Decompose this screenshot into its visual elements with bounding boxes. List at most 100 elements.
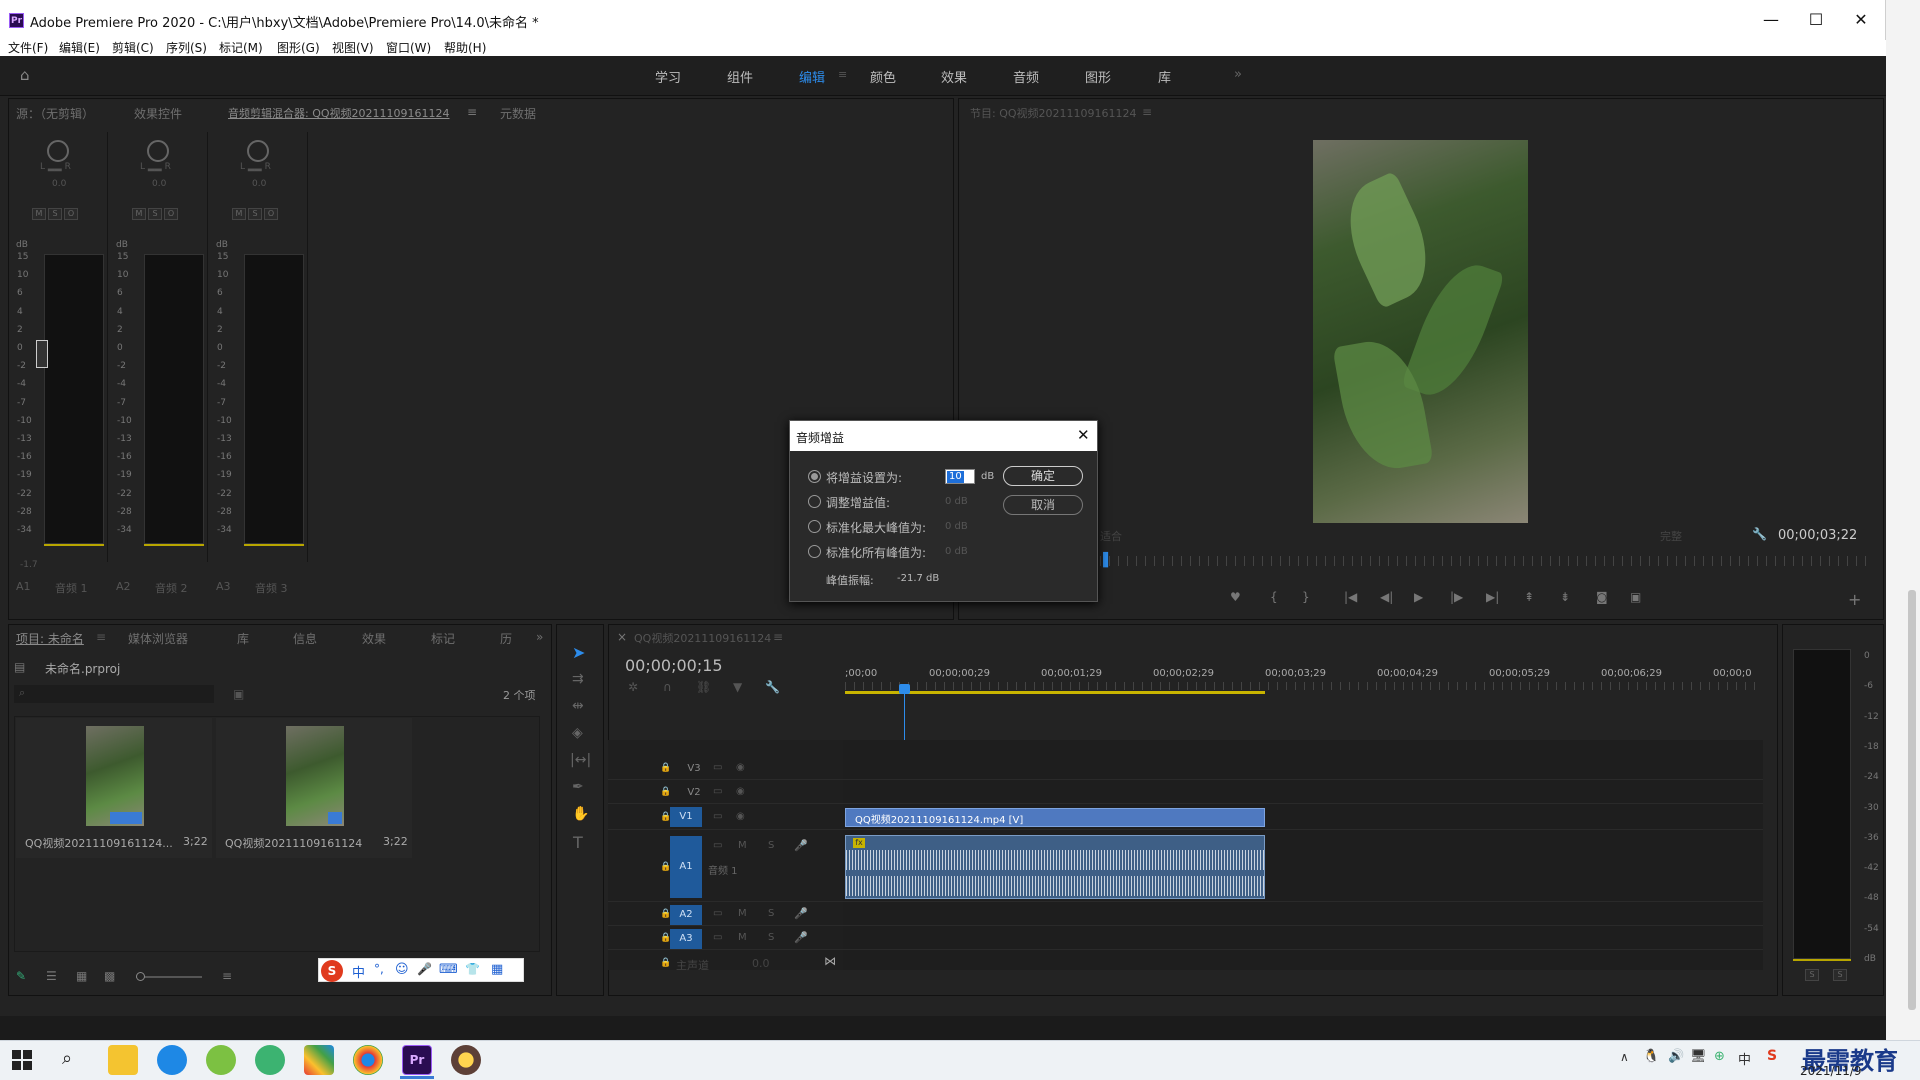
ime-toolbox-icon[interactable]: ▦	[491, 962, 503, 977]
hand-tool-icon[interactable]: ✋	[572, 806, 589, 822]
pan-knob-icon[interactable]	[247, 140, 269, 162]
mark-in-icon[interactable]: {	[1270, 590, 1278, 604]
minimize-button[interactable]: —	[1748, 8, 1794, 32]
workspace-color[interactable]: 颜色	[870, 67, 896, 86]
workspace-graphics[interactable]: 图形	[1085, 67, 1111, 86]
menu-view[interactable]: 视图(V)	[332, 40, 374, 56]
maximize-button[interactable]: ☐	[1793, 8, 1839, 32]
tab-effects[interactable]: 效果	[362, 630, 386, 647]
add-marker-icon[interactable]: ▼	[733, 680, 742, 694]
ime-voice-icon[interactable]: 🎤	[417, 962, 432, 976]
premiere-taskbar-icon[interactable]: Pr	[402, 1045, 432, 1075]
play-icon[interactable]: ▶	[1414, 590, 1423, 604]
project-search-input[interactable]: ⌕	[14, 685, 214, 703]
voice-over-icon[interactable]: 🎤	[794, 907, 808, 920]
pan-knob-icon[interactable]	[147, 140, 169, 162]
sync-lock-icon[interactable]: ▭	[713, 762, 722, 773]
app-plus-icon[interactable]	[255, 1045, 285, 1075]
solo-right-button[interactable]: S	[1833, 969, 1847, 981]
sync-lock-icon[interactable]: ▭	[713, 932, 722, 943]
snap-icon[interactable]: ∩	[663, 680, 672, 694]
eye-icon[interactable]: ◉	[736, 811, 745, 822]
app-green-icon[interactable]	[206, 1045, 236, 1075]
wrench-icon[interactable]: 🔧	[1752, 527, 1767, 541]
step-forward-icon[interactable]: |▶	[1450, 590, 1463, 604]
qq-tray-icon[interactable]: 🐧	[1643, 1049, 1659, 1064]
sync-lock-icon[interactable]: ▭	[713, 811, 722, 822]
menu-edit[interactable]: 编辑(E)	[59, 40, 100, 56]
tab-media-browser[interactable]: 媒体浏览器	[128, 630, 188, 647]
project-item[interactable]: QQ视频20211109161124 3;22	[216, 718, 412, 858]
step-back-icon[interactable]: ◀|	[1380, 590, 1393, 604]
ime-emoji-icon[interactable]: ☺	[395, 962, 409, 977]
sync-lock-icon[interactable]: ▭	[713, 908, 722, 919]
go-to-out-icon[interactable]: ▶|	[1486, 590, 1499, 604]
new-bin-icon[interactable]: ▣	[233, 687, 244, 701]
tab-info[interactable]: 信息	[293, 630, 317, 647]
adjust-gain-radio[interactable]	[808, 495, 821, 508]
lift-icon[interactable]: ⇞	[1524, 590, 1534, 604]
home-icon[interactable]: ⌂	[20, 68, 36, 83]
eye-icon[interactable]: ◉	[736, 762, 745, 773]
timeline-close-icon[interactable]: ×	[617, 630, 627, 644]
tray-date[interactable]: 2021/11/9	[1800, 1064, 1862, 1078]
playhead-handle[interactable]	[899, 684, 910, 694]
workspace-assembly[interactable]: 组件	[727, 67, 753, 86]
tab-effect-controls[interactable]: 效果控件	[134, 105, 182, 122]
workspace-menu-icon[interactable]: ≡	[838, 68, 847, 81]
solo-left-button[interactable]: S	[1805, 969, 1819, 981]
lock-icon[interactable]: 🔒	[660, 787, 671, 797]
extract-icon[interactable]: ⇟	[1560, 590, 1570, 604]
tray-expand-icon[interactable]: ∧	[1620, 1050, 1629, 1064]
sogou-tray-icon[interactable]: S	[1767, 1048, 1777, 1064]
slip-tool-icon[interactable]: |↔|	[570, 752, 591, 768]
track-label[interactable]: V3	[681, 763, 707, 774]
add-marker-icon[interactable]: ♥	[1230, 590, 1241, 604]
workspace-editing[interactable]: 编辑	[799, 67, 825, 86]
timeline-settings-icon[interactable]: 🔧	[765, 680, 780, 694]
menu-file[interactable]: 文件(F)	[8, 40, 48, 56]
ime-tray-icon[interactable]: 中	[1738, 1049, 1751, 1068]
track-label[interactable]: V1	[670, 807, 702, 827]
quality-dropdown[interactable]: 完整	[1660, 528, 1682, 544]
export-frame-icon[interactable]: ◙	[1596, 590, 1608, 604]
solo-track-button[interactable]: S	[768, 840, 774, 851]
eye-icon[interactable]: ◉	[736, 786, 745, 797]
scrollbar-thumb[interactable]	[1908, 590, 1916, 1010]
edge-browser-icon[interactable]	[157, 1045, 187, 1075]
sort-icon[interactable]: ≡	[222, 969, 232, 983]
chrome-icon[interactable]	[353, 1045, 383, 1075]
zoom-to-sequence-icon[interactable]: ⋈	[824, 954, 836, 968]
menu-markers[interactable]: 标记(M)	[219, 40, 263, 56]
menu-window[interactable]: 窗口(W)	[386, 40, 431, 56]
type-tool-icon[interactable]: T	[573, 833, 583, 852]
program-ruler[interactable]	[1100, 556, 1870, 566]
panel-menu-icon[interactable]: ≡	[773, 630, 783, 644]
sync-lock-icon[interactable]: ▭	[713, 840, 722, 851]
pen-tool-icon[interactable]: ✒	[572, 779, 584, 795]
app-round-icon[interactable]	[451, 1045, 481, 1075]
menu-help[interactable]: 帮助(H)	[444, 40, 486, 56]
adjust-gain-value[interactable]: 0 dB	[945, 496, 968, 507]
set-gain-radio[interactable]	[808, 470, 821, 483]
mute-button[interactable]: M	[132, 208, 146, 220]
ripple-edit-tool-icon[interactable]: ⇹	[572, 698, 584, 714]
workspace-learn[interactable]: 学习	[655, 67, 681, 86]
menu-clip[interactable]: 剪辑(C)	[112, 40, 154, 56]
track-select-tool-icon[interactable]: ⇉	[572, 671, 584, 687]
tab-sequence[interactable]: QQ视频20211109161124	[634, 630, 771, 646]
record-button[interactable]: O	[264, 208, 278, 220]
tab-libraries[interactable]: 库	[237, 630, 249, 647]
volume-icon[interactable]: 🔊	[1668, 1049, 1684, 1064]
track-label[interactable]: A1	[670, 836, 702, 898]
voice-over-icon[interactable]: 🎤	[794, 839, 808, 852]
zoom-slider[interactable]	[136, 976, 202, 978]
search-icon[interactable]: ⌕	[62, 1048, 72, 1069]
project-item[interactable]: QQ视频20211109161124... 3;22	[16, 718, 212, 858]
audio-clip[interactable]: fx	[845, 835, 1265, 899]
mute-track-button[interactable]: M	[738, 840, 747, 851]
solo-button[interactable]: S	[248, 208, 262, 220]
menu-graphics[interactable]: 图形(G)	[277, 40, 320, 56]
mute-track-button[interactable]: M	[738, 908, 747, 919]
pan-knob-icon[interactable]	[47, 140, 69, 162]
